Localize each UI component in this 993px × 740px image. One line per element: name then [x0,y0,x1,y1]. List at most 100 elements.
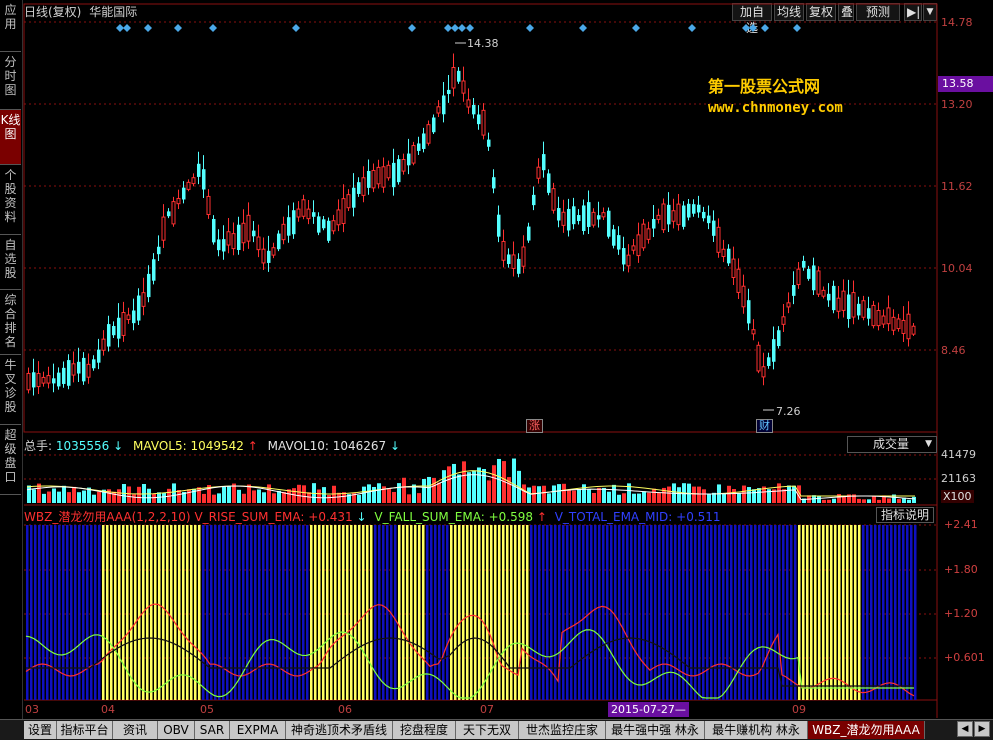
indicator-bar [650,525,653,700]
candle-body [107,324,111,347]
candle-body [876,309,881,327]
indicator-bar [470,525,473,700]
volume-bar [72,486,76,503]
indicator-bar [506,525,509,700]
volume-bar [77,492,81,503]
volume-bar [422,478,426,503]
indicator-bar [394,525,397,700]
indicator-bar [882,525,885,700]
candle-body [812,265,816,291]
indicator-bar [886,525,889,700]
tab-dig-degree[interactable]: 挖盘程度 [393,721,456,739]
tab-settings[interactable]: 设置 [24,721,57,739]
volume-bar [152,493,156,503]
candle-body [767,357,771,366]
candle-body [386,164,391,179]
signal-diamond-icon [444,24,452,32]
volume-bar [477,467,481,503]
indicator-bar [550,525,553,700]
volume-bar [222,486,226,503]
tab-monitor-dealer[interactable]: 世杰监控庄家 [519,721,606,739]
tab-unmatched[interactable]: 天下无双 [456,721,519,739]
indicator-bar [602,525,605,700]
indicator-bar [554,525,557,700]
volume-bar [392,491,396,503]
tab-indicator-platform[interactable]: 指标平台 [57,721,113,739]
volume-bar [697,486,701,503]
volume-bar [647,492,651,503]
candle-body [481,109,486,136]
indicator-bar [902,525,905,700]
indicator-select[interactable]: 成交量 ▼ [847,436,937,453]
indicator-bar [162,525,165,700]
tab-escape-top[interactable]: 神奇逃顶术矛盾线 [286,721,393,739]
indicator-bar [794,525,797,700]
rise-badge[interactable]: 涨 [526,419,543,433]
indicator-bar [442,525,445,700]
indicator-bar [214,525,217,700]
candle-body [171,201,176,225]
volume-bar [872,496,876,503]
tab-sar[interactable]: SAR [195,721,230,739]
signal-diamond-icon [116,24,124,32]
tab-expma[interactable]: EXPMA [230,721,286,739]
candle-body [407,153,411,166]
tab-news[interactable]: 资讯 [113,721,158,739]
candle-body [306,208,311,220]
candle-body [222,239,226,252]
indicator-bar [846,525,849,700]
volume-bar [897,499,901,503]
indicator-help-button[interactable]: 指标说明 [876,507,934,523]
volume-bar [257,489,261,503]
month-label: 03 [25,703,39,716]
indicator-bar [722,525,725,700]
signal-diamond-icon [451,24,459,32]
indicator-bar [834,525,837,700]
volume-bar [787,485,791,503]
candle-body [692,204,696,214]
volume-bar [297,484,301,503]
indicator-bar [86,525,89,700]
volume-bar [442,470,446,503]
volume-bar [402,477,406,503]
indicator-bar [814,525,817,700]
candle-body [317,216,321,233]
scroll-left-icon[interactable]: ◀ [957,721,973,737]
volume-bar [822,499,826,503]
indicator-bar [326,525,329,700]
candle-body [432,117,436,133]
candle-body [457,70,461,82]
volume-bar [602,487,606,503]
volume-bar [777,483,781,503]
volume-bar [642,491,646,503]
volume-bar [407,494,411,503]
tab-wbz-qianlong[interactable]: WBZ_潜龙勿用AAA [808,721,925,739]
signal-diamond-icon [466,24,474,32]
indicator-bar [198,525,201,700]
volume-bar [877,499,881,503]
candle-body [821,289,826,297]
candle-body [217,239,221,251]
volume-bar [237,489,241,503]
indicator-bar [790,525,793,700]
tab-institution[interactable]: 最牛赚机构 林永 [705,721,808,739]
indicator-bar [26,525,29,700]
candle-body [501,240,506,261]
tab-strongest[interactable]: 最牛强中强 林永 [606,721,705,739]
candle-body [646,228,651,240]
candle-body [906,313,911,340]
indicator-bar [234,525,237,700]
volume-bar [252,490,256,503]
candle-body [132,310,136,324]
indicator-bar [418,525,421,700]
candle-body [507,254,511,265]
finance-badge[interactable]: 财 [756,419,773,433]
indicator-bar [826,525,829,700]
indicator-bar [110,525,113,700]
candle-body [401,159,406,172]
candle-body [206,195,211,216]
volume-bar [607,491,611,503]
tab-obv[interactable]: OBV [158,721,195,739]
scroll-right-icon[interactable]: ▶ [974,721,990,737]
kline-chart[interactable] [0,0,993,720]
